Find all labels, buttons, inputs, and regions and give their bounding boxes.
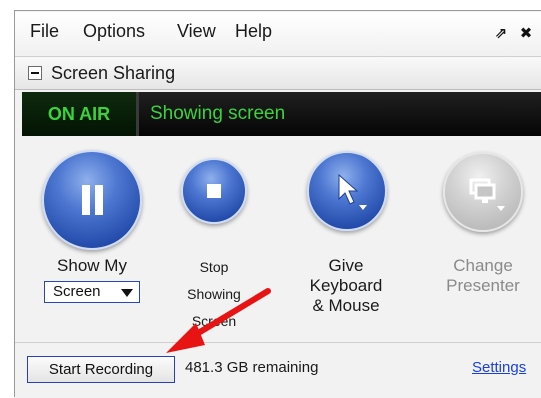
annotation-arrow-icon	[166, 288, 271, 353]
screen-sharing-panel: File Options View Help ⇗ ✖ Screen Sharin…	[0, 0, 541, 398]
